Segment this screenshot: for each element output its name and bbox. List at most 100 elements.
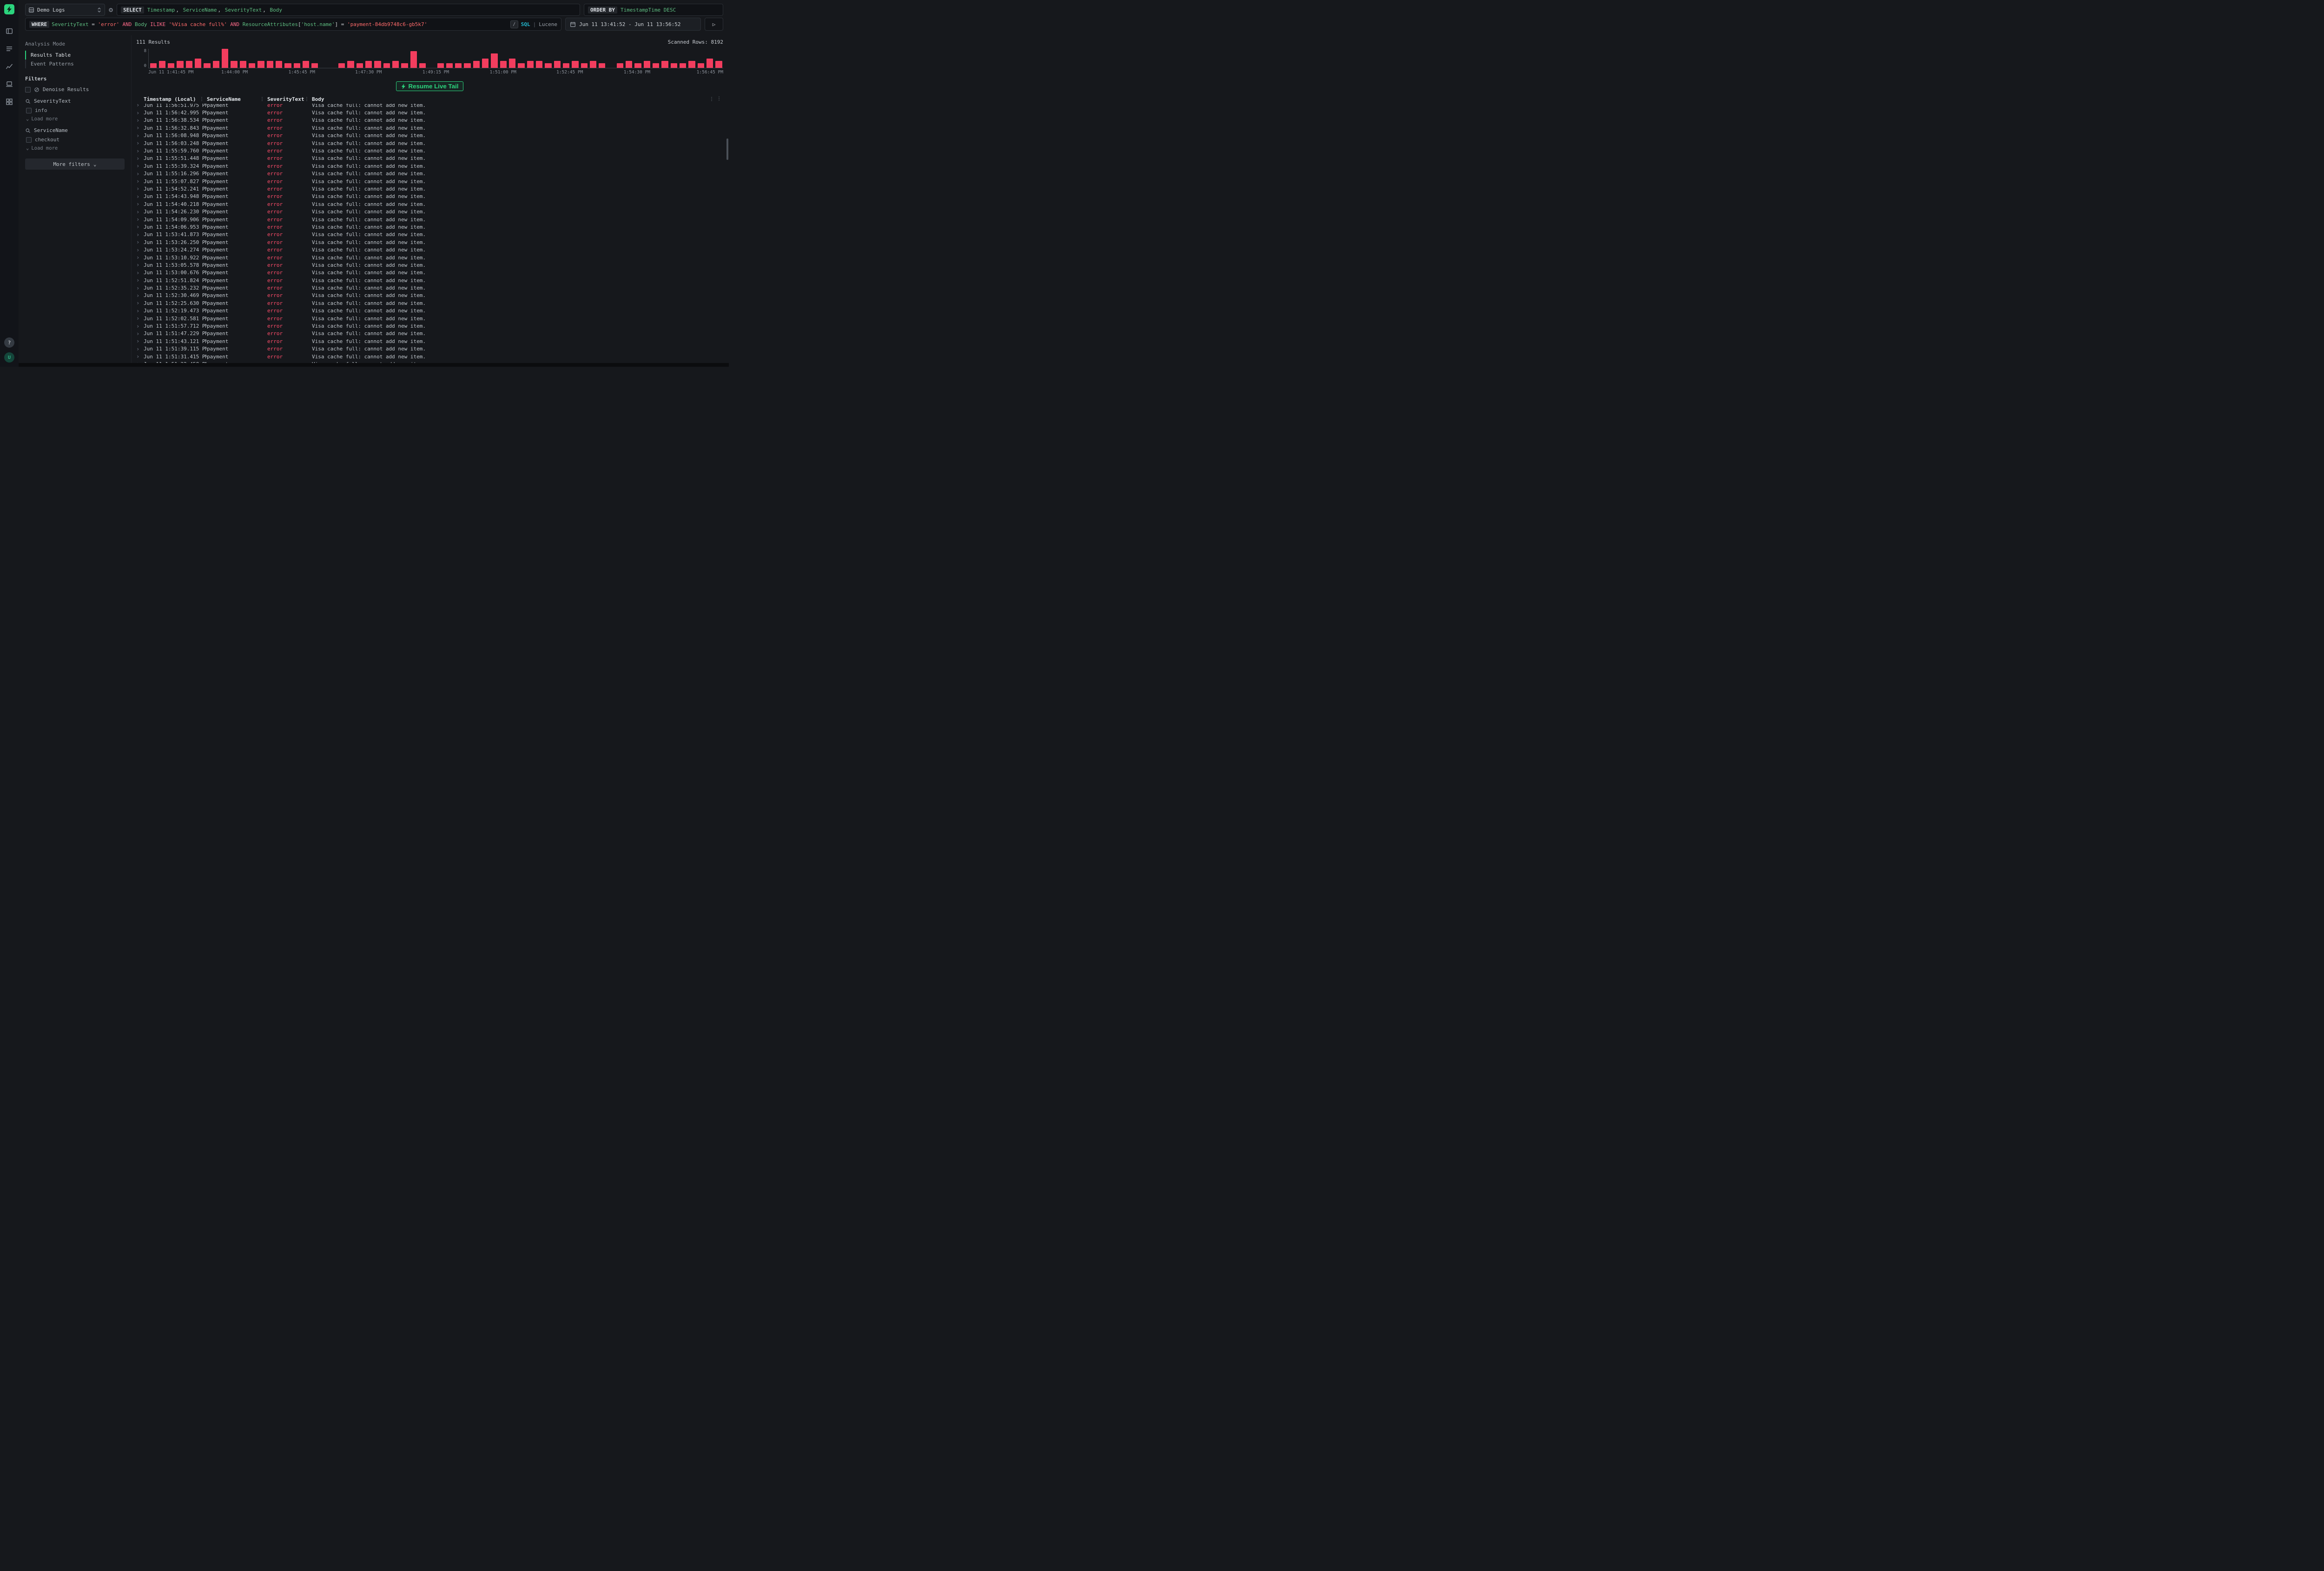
row-expand-icon[interactable]: ›: [136, 232, 144, 238]
histogram-bar[interactable]: [374, 61, 381, 68]
row-expand-icon[interactable]: ›: [136, 201, 144, 207]
row-expand-icon[interactable]: ›: [136, 194, 144, 199]
row-expand-icon[interactable]: ›: [136, 217, 144, 222]
row-expand-icon[interactable]: ›: [136, 163, 144, 169]
column-menu-icon[interactable]: ⋮: [709, 97, 714, 102]
row-expand-icon[interactable]: ›: [136, 316, 144, 321]
histogram-bar[interactable]: [249, 63, 255, 68]
where-query-input[interactable]: WHERESeverityText = 'error' AND Body ILI…: [25, 18, 561, 31]
table-row[interactable]: ›Jun 11 1:55:07.827 PMpaymenterrorVisa c…: [136, 178, 723, 185]
table-row[interactable]: ›Jun 11 1:54:52.241 PMpaymenterrorVisa c…: [136, 185, 723, 192]
sql-mode-button[interactable]: SQL: [521, 21, 530, 27]
chart-icon[interactable]: [3, 60, 16, 73]
histogram-bar[interactable]: [213, 61, 219, 68]
more-filters-button[interactable]: More filters ⌄: [25, 158, 125, 170]
histogram-bar[interactable]: [357, 63, 363, 68]
histogram-bar[interactable]: [617, 63, 623, 68]
histogram-bar[interactable]: [410, 51, 417, 68]
histogram-bar[interactable]: [455, 63, 462, 68]
table-row[interactable]: ›Jun 11 1:55:51.448 PMpaymenterrorVisa c…: [136, 155, 723, 162]
table-row[interactable]: ›Jun 11 1:52:30.469 PMpaymenterrorVisa c…: [136, 292, 723, 299]
table-row[interactable]: ›Jun 11 1:54:09.906 PMpaymenterrorVisa c…: [136, 216, 723, 223]
histogram-bar[interactable]: [590, 61, 596, 68]
histogram-bar[interactable]: [527, 61, 534, 68]
row-expand-icon[interactable]: ›: [136, 255, 144, 260]
column-menu-icon[interactable]: ⋮: [199, 97, 204, 102]
histogram-bar[interactable]: [392, 61, 399, 68]
table-row[interactable]: ›Jun 11 1:51:31.415 PMpaymenterrorVisa c…: [136, 353, 723, 360]
row-expand-icon[interactable]: ›: [136, 209, 144, 215]
row-expand-icon[interactable]: ›: [136, 186, 144, 191]
histogram-bar[interactable]: [276, 61, 282, 68]
histogram-bar[interactable]: [365, 61, 372, 68]
column-header[interactable]: Body⋮: [312, 96, 717, 102]
histogram-bar[interactable]: [626, 61, 632, 68]
scrollbar-thumb[interactable]: [726, 139, 728, 160]
histogram-bar[interactable]: [446, 63, 453, 68]
row-expand-icon[interactable]: ›: [136, 239, 144, 245]
table-row[interactable]: ›Jun 11 1:55:59.760 PMpaymenterrorVisa c…: [136, 147, 723, 154]
table-row[interactable]: ›Jun 11 1:52:35.232 PMpaymenterrorVisa c…: [136, 284, 723, 291]
row-expand-icon[interactable]: ›: [136, 346, 144, 352]
row-expand-icon[interactable]: ›: [136, 285, 144, 291]
denoise-results-checkbox-row[interactable]: Denoise Results: [25, 86, 125, 92]
lucene-mode-button[interactable]: Lucene: [539, 21, 557, 27]
row-expand-icon[interactable]: ›: [136, 110, 144, 116]
histogram-bar[interactable]: [204, 63, 210, 68]
row-expand-icon[interactable]: ›: [136, 354, 144, 359]
table-row[interactable]: ›Jun 11 1:53:05.578 PMpaymenterrorVisa c…: [136, 261, 723, 269]
histogram-bar[interactable]: [572, 61, 578, 68]
row-expand-icon[interactable]: ›: [136, 156, 144, 161]
user-avatar[interactable]: U: [4, 352, 14, 363]
facet-severitytext-header[interactable]: SeverityText: [25, 98, 125, 104]
histogram-bar[interactable]: [150, 63, 157, 68]
facet-option-checkout[interactable]: checkout: [26, 137, 125, 143]
source-selector[interactable]: Demo Logs: [25, 4, 105, 16]
help-button[interactable]: ?: [4, 337, 14, 348]
table-row[interactable]: ›Jun 11 1:51:57.712 PMpaymenterrorVisa c…: [136, 322, 723, 330]
table-row[interactable]: ›Jun 11 1:52:51.824 PMpaymenterrorVisa c…: [136, 277, 723, 284]
histogram-bar[interactable]: [680, 63, 686, 68]
table-row[interactable]: ›Jun 11 1:54:26.230 PMpaymenterrorVisa c…: [136, 208, 723, 215]
histogram-bar[interactable]: [491, 53, 497, 68]
histogram-bar[interactable]: [482, 59, 489, 68]
horizontal-scrollbar-track[interactable]: [19, 363, 729, 367]
row-expand-icon[interactable]: ›: [136, 338, 144, 344]
mode-event-patterns[interactable]: Event Patterns: [25, 59, 125, 68]
table-row[interactable]: ›Jun 11 1:54:43.948 PMpaymenterrorVisa c…: [136, 193, 723, 200]
table-row[interactable]: ›Jun 11 1:53:26.250 PMpaymenterrorVisa c…: [136, 238, 723, 246]
histogram-bar[interactable]: [437, 63, 444, 68]
column-header[interactable]: SeverityText⋮: [267, 96, 312, 102]
histogram-bar[interactable]: [159, 61, 165, 68]
select-query-input[interactable]: SELECTTimestamp, ServiceName, SeverityTe…: [117, 4, 580, 16]
row-expand-icon[interactable]: ›: [136, 247, 144, 253]
histogram-bar[interactable]: [257, 61, 264, 68]
row-expand-icon[interactable]: ›: [136, 140, 144, 146]
table-row[interactable]: ›Jun 11 1:56:38.534 PMpaymenterrorVisa c…: [136, 117, 723, 124]
histogram-bar[interactable]: [473, 61, 480, 68]
table-menu-icon[interactable]: ⋮: [717, 96, 723, 102]
table-row[interactable]: ›Jun 11 1:52:25.630 PMpaymenterrorVisa c…: [136, 299, 723, 307]
histogram-bar[interactable]: [634, 63, 641, 68]
facet-option-checkbox[interactable]: [26, 137, 32, 143]
column-menu-icon[interactable]: ⋮: [304, 97, 309, 102]
facet-option-info[interactable]: info: [26, 107, 125, 113]
histogram-bar[interactable]: [688, 61, 695, 68]
histogram-bar[interactable]: [401, 63, 408, 68]
row-expand-icon[interactable]: ›: [136, 323, 144, 329]
table-row[interactable]: ›Jun 11 1:51:47.229 PMpaymenterrorVisa c…: [136, 330, 723, 337]
histogram-bar[interactable]: [509, 59, 515, 68]
order-by-input[interactable]: ORDER BYTimestampTime DESC: [584, 4, 723, 16]
table-row[interactable]: ›Jun 11 1:56:32.843 PMpaymenterrorVisa c…: [136, 124, 723, 132]
histogram-bar[interactable]: [347, 61, 354, 68]
time-range-picker[interactable]: Jun 11 13:41:52 - Jun 11 13:56:52: [565, 18, 701, 31]
table-row[interactable]: ›Jun 11 1:52:19.473 PMpaymenterrorVisa c…: [136, 307, 723, 315]
row-expand-icon[interactable]: ›: [136, 270, 144, 276]
table-row[interactable]: ›Jun 11 1:53:10.922 PMpaymenterrorVisa c…: [136, 254, 723, 261]
row-expand-icon[interactable]: ›: [136, 300, 144, 306]
table-row[interactable]: ›Jun 11 1:55:39.324 PMpaymenterrorVisa c…: [136, 162, 723, 170]
laptop-icon[interactable]: [3, 78, 16, 91]
row-expand-icon[interactable]: ›: [136, 118, 144, 123]
resume-live-tail-button[interactable]: Resume Live Tail: [396, 81, 464, 91]
row-expand-icon[interactable]: ›: [136, 262, 144, 268]
